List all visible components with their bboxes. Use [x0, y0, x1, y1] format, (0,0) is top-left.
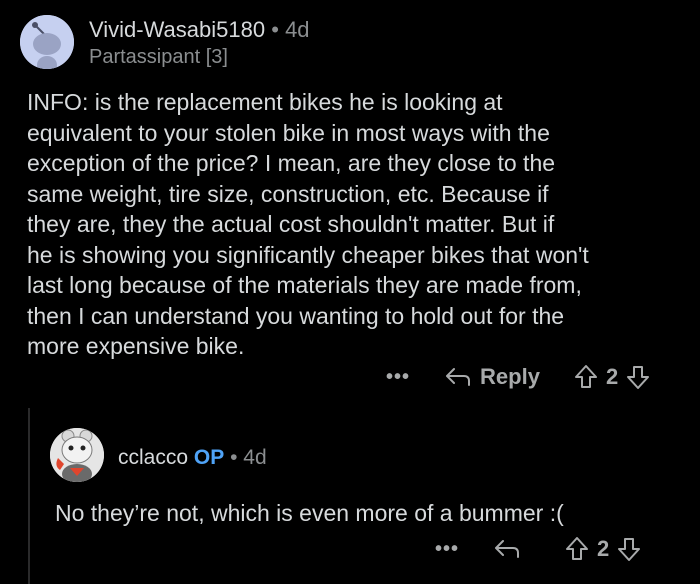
comment-author[interactable]: Vivid-Wasabi5180 • 4d — [89, 17, 310, 43]
more-options-button[interactable]: ••• — [435, 539, 459, 559]
custom-avatar-icon — [50, 428, 104, 482]
comment-actions: ••• Reply 2 — [386, 364, 650, 390]
downvote-arrow-icon[interactable] — [626, 364, 650, 390]
username[interactable]: cclacco — [118, 446, 188, 469]
snoo-avatar-icon — [20, 15, 74, 69]
vote-count: 2 — [605, 364, 619, 389]
user-flair: Partassipant [3] — [89, 46, 228, 68]
upvote-arrow-icon[interactable] — [565, 536, 589, 562]
comment-actions: ••• 2 — [435, 536, 641, 562]
more-options-button[interactable]: ••• — [386, 367, 410, 387]
comment-body: No they’re not, which is even more of a … — [55, 500, 564, 526]
comment-body: INFO: is the replacement bikes he is loo… — [27, 89, 589, 359]
comment-age: 4d — [285, 17, 310, 42]
vote-controls: 2 — [565, 536, 641, 562]
user-avatar[interactable] — [20, 15, 74, 69]
username[interactable]: Vivid-Wasabi5180 — [89, 17, 265, 42]
comment-age: 4d — [243, 446, 267, 469]
reply-icon — [446, 368, 471, 386]
reply-label: Reply — [480, 364, 540, 389]
upvote-arrow-icon[interactable] — [574, 364, 598, 390]
thread-line[interactable] — [28, 408, 30, 584]
op-badge: OP — [193, 446, 225, 469]
separator-dot: • — [271, 17, 279, 42]
vote-controls: 2 — [574, 364, 650, 390]
user-avatar[interactable] — [50, 428, 104, 482]
reply-icon — [495, 540, 520, 558]
vote-count: 2 — [597, 536, 610, 561]
downvote-arrow-icon[interactable] — [617, 536, 641, 562]
separator-dot: • — [230, 446, 238, 469]
reply-button[interactable]: Reply — [444, 364, 540, 390]
comment-author[interactable]: cclacco OP • 4d — [118, 446, 267, 470]
reply-button[interactable] — [493, 538, 521, 560]
